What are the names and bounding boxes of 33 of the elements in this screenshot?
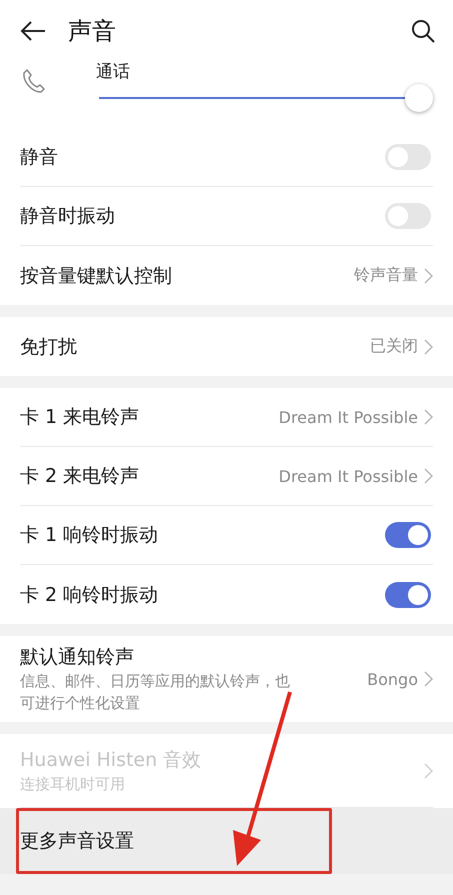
setting-title: 更多声音设置 xyxy=(20,829,135,854)
setting-title: Huawei Histen 音效 xyxy=(20,748,202,772)
volume-label: 通话 xyxy=(96,62,131,82)
setting-value: Bongo xyxy=(367,670,418,688)
setting-title: 按音量键默认控制 xyxy=(20,264,173,288)
setting-title: 卡 1 来电铃声 xyxy=(20,405,140,430)
chevron-icon xyxy=(424,468,433,484)
search-icon[interactable] xyxy=(411,19,435,43)
page-title: 声音 xyxy=(68,16,117,47)
setting-description: 连接耳机时可用 xyxy=(20,774,126,794)
setting-value: Dream It Possible xyxy=(278,466,418,486)
setting-title: 免打扰 xyxy=(20,334,78,360)
toggle-switch[interactable] xyxy=(385,203,431,229)
chevron-icon xyxy=(424,409,433,425)
chevron-icon xyxy=(424,338,433,354)
setting-value: 铃声音量 xyxy=(354,265,418,286)
toggle-switch[interactable] xyxy=(385,522,431,548)
setting-title: 默认通知铃声 xyxy=(20,645,135,670)
setting-title: 卡 2 来电铃声 xyxy=(20,464,140,489)
setting-description: 信息、邮件、日历等应用的默认铃声，也可进行个性化设置 xyxy=(20,671,291,714)
setting-title: 卡 2 响铃时振动 xyxy=(20,582,160,608)
setting-title: 静音 xyxy=(20,145,59,170)
setting-title: 卡 1 响铃时振动 xyxy=(20,523,160,548)
back-icon[interactable] xyxy=(20,20,46,42)
chevron-icon xyxy=(424,268,433,284)
setting-value: Dream It Possible xyxy=(278,408,418,426)
setting-title: 静音时振动 xyxy=(20,204,116,229)
phone-icon xyxy=(22,68,46,94)
toggle-switch[interactable] xyxy=(385,582,431,608)
setting-value: 已关闭 xyxy=(370,336,418,357)
toggle-switch[interactable] xyxy=(385,144,431,170)
chevron-icon xyxy=(424,762,433,778)
chevron-icon xyxy=(424,671,433,687)
